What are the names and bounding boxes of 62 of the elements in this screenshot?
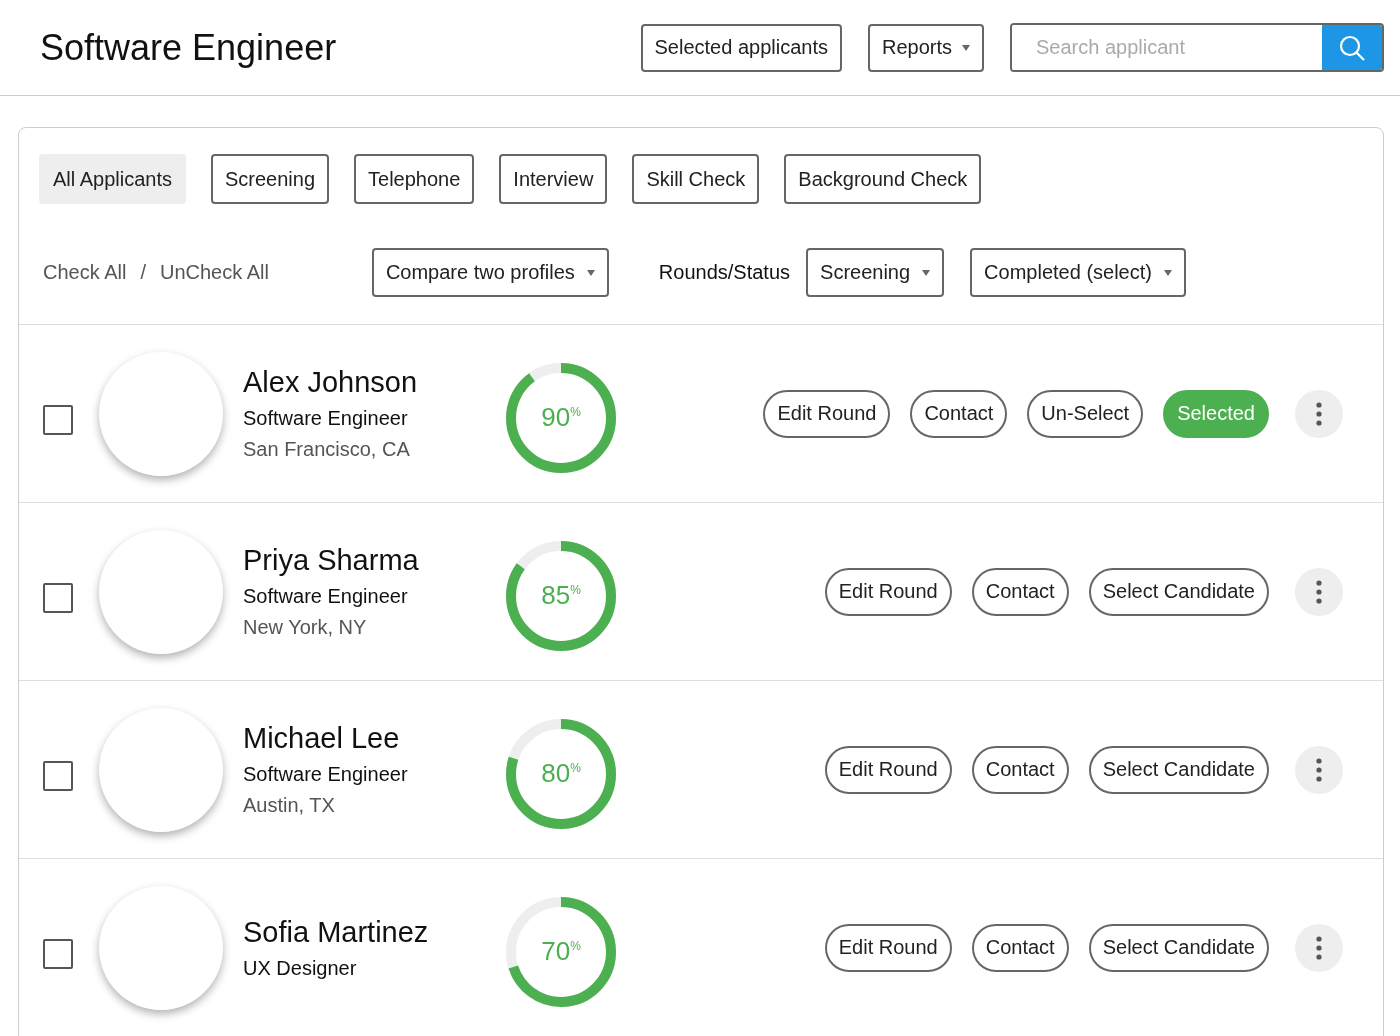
more-button[interactable]: [1295, 567, 1343, 616]
score-value: 85$^{%}$: [541, 580, 581, 611]
caret-icon: [922, 269, 931, 276]
checkbox[interactable]: [43, 582, 73, 613]
status-dropdown[interactable]: Completed (select): [970, 248, 1186, 297]
applicant-name: Priya Sharma: [243, 544, 420, 577]
action-button[interactable]: Edit Round: [824, 923, 952, 972]
applicant-role: Software Engineer: [243, 407, 409, 430]
action-button[interactable]: Contact: [971, 567, 1069, 616]
filter-tab[interactable]: Interview: [499, 154, 608, 204]
rounds-status-label: Rounds/Status: [658, 261, 791, 284]
selected-applicants-button[interactable]: Selected applicants: [640, 23, 842, 72]
score-value: 70$^{%}$: [541, 936, 581, 967]
action-button[interactable]: Edit Round: [824, 567, 952, 616]
score-value: 90$^{%}$: [541, 402, 581, 433]
caret-icon: [962, 44, 970, 51]
more-button[interactable]: [1295, 923, 1343, 972]
applicant-role: Software Engineer: [243, 763, 409, 786]
action-button[interactable]: Contact: [910, 389, 1008, 438]
filter-tab[interactable]: Background Check: [784, 154, 982, 204]
check-all-link[interactable]: Check All: [43, 261, 127, 284]
applicant-name: Alex Johnson: [243, 366, 419, 399]
kebab-icon: [1316, 757, 1322, 782]
score-value: 80$^{%}$: [541, 758, 581, 789]
round-dropdown[interactable]: Screening: [806, 248, 945, 297]
search-field[interactable]: Search applicant: [1010, 23, 1384, 72]
search-icon: [1338, 33, 1366, 62]
action-button[interactable]: Edit Round: [763, 389, 891, 438]
action-button[interactable]: Contact: [971, 923, 1069, 972]
uncheck-all-link[interactable]: UnCheck All: [159, 261, 269, 284]
applicant-role: Software Engineer: [243, 585, 409, 608]
caret-icon: [586, 269, 595, 276]
kebab-icon: [1316, 935, 1322, 960]
applicant-name: Michael Lee: [243, 722, 401, 755]
page-title: Software Engineer: [40, 26, 338, 69]
applicant-location: Austin, TX: [243, 794, 336, 817]
action-button[interactable]: Un-Select: [1027, 389, 1144, 438]
action-button[interactable]: Select Candidate: [1088, 745, 1269, 794]
filter-tab[interactable]: All Applicants: [39, 154, 186, 204]
more-button[interactable]: [1295, 389, 1343, 438]
action-button[interactable]: Edit Round: [824, 745, 952, 794]
applicant-role: UX Designer: [243, 956, 358, 980]
search-button[interactable]: [1322, 25, 1382, 70]
caret-icon: [1163, 269, 1172, 276]
applicant-location: San Francisco, CA: [243, 438, 411, 461]
applicant-location: New York, NY: [243, 616, 368, 639]
action-button[interactable]: Contact: [971, 745, 1069, 794]
separator: /: [140, 261, 146, 284]
kebab-icon: [1316, 401, 1322, 426]
action-button[interactable]: Select Candidate: [1088, 567, 1269, 616]
kebab-icon: [1316, 579, 1322, 604]
checkbox[interactable]: [43, 404, 73, 435]
more-button[interactable]: [1295, 745, 1343, 794]
filter-tab[interactable]: Telephone: [354, 154, 475, 204]
checkbox[interactable]: [43, 938, 73, 969]
checkbox[interactable]: [43, 760, 73, 791]
action-button[interactable]: Select Candidate: [1088, 923, 1269, 972]
reports-dropdown[interactable]: Reports: [867, 23, 984, 72]
filter-tab[interactable]: Skill Check: [632, 154, 760, 204]
applicant-name: Sofia Martinez: [243, 915, 430, 949]
compare-dropdown[interactable]: Compare two profiles: [371, 248, 609, 297]
filter-tab[interactable]: Screening: [210, 154, 330, 204]
